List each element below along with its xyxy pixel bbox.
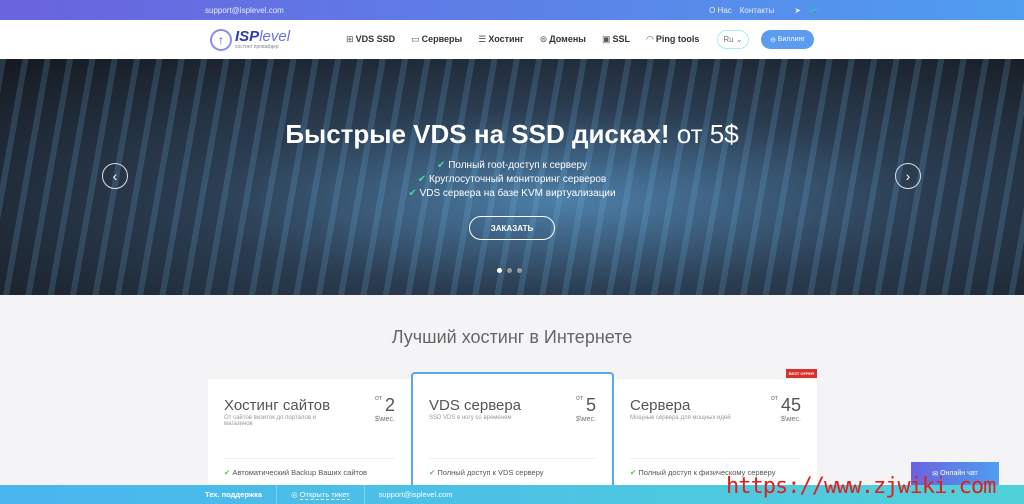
feature-item: ✔ VDS сервера на базе KVM виртуализации (408, 188, 616, 199)
gauge-icon: ◠ (645, 34, 654, 44)
login-icon: ⊖ (770, 36, 776, 44)
check-icon: ✔ (429, 468, 436, 477)
check-icon: ✔ (630, 468, 637, 477)
logo[interactable]: ↑ ISPlevel хостинг провайдер (210, 28, 290, 51)
order-button[interactable]: ЗАКАЗАТЬ (469, 216, 555, 240)
twitter-icon[interactable]: 🐦 (809, 6, 819, 15)
about-link[interactable]: О Нас (709, 6, 732, 15)
billing-button[interactable]: ⊖ Биллинг (761, 30, 814, 49)
menu-vds-ssd[interactable]: ⊞ VDS SSD (346, 34, 395, 45)
menu-servers[interactable]: ▭ Серверы (411, 34, 462, 45)
prev-slide-button[interactable]: ‹ (102, 163, 128, 189)
best-offer-badge: BEST OFFER (785, 369, 817, 378)
plan-card-vds[interactable]: VDS сервера SSD VDS в ногу со временем от… (411, 372, 614, 497)
hero-features: ✔ Полный root-доступ к серверу ✔ Круглос… (0, 159, 1024, 201)
chevron-down-icon: ⌄ (735, 35, 743, 44)
hero-slider: Быстрые VDS на SSD дисках! от 5$ ✔ Полны… (0, 59, 1024, 295)
plan-card-servers[interactable]: BEST OFFER Сервера Мощные сервера для мощ… (614, 369, 817, 489)
menu-ping-tools[interactable]: ◠ Ping tools (646, 34, 699, 45)
slide-dot[interactable] (517, 268, 522, 273)
support-label: Тех. поддержка (205, 485, 278, 504)
feature-item: ✔ Полный root-доступ к серверу (437, 160, 587, 171)
hero-title: Быстрые VDS на SSD дисках! от 5$ (285, 119, 739, 149)
globe-icon: ⊜ (539, 34, 548, 44)
check-icon: ✔ (437, 160, 446, 171)
support-email-link[interactable]: support@isplevel.com (205, 6, 284, 15)
plan-card-hosting[interactable]: Хостинг сайтов От сайтов визиток до порта… (208, 379, 411, 489)
next-slide-button[interactable]: › (895, 163, 921, 189)
check-icon: ✔ (224, 468, 231, 477)
open-ticket-link[interactable]: ◎ Открыть тикет (277, 485, 365, 504)
main-nav: ↑ ISPlevel хостинг провайдер ⊞ VDS SSD ▭ С… (0, 20, 1024, 59)
slide-dot[interactable] (507, 268, 512, 273)
footer-email-link[interactable]: support@isplevel.com (365, 485, 467, 504)
top-bar: support@isplevel.com О Нас Контакты ➤ 🐦 (0, 0, 1024, 20)
feature-item: ✔ Круглосуточный мониторинг серверов (417, 174, 607, 185)
server-icon: ☰ (478, 34, 487, 44)
watermark: https://www.zjwiki.com (726, 474, 996, 499)
monitor-icon: ▭ (411, 34, 420, 44)
network-icon: ⊞ (346, 34, 354, 44)
check-icon: ✔ (417, 174, 427, 185)
menu-hosting[interactable]: ☰ Хостинг (478, 34, 523, 45)
check-icon: ✔ (408, 188, 417, 199)
telegram-icon[interactable]: ➤ (794, 6, 801, 15)
section-title: Лучший хостинг в Интернете (391, 327, 633, 347)
ticket-icon: ◎ (291, 490, 298, 499)
logo-icon: ↑ (210, 28, 232, 51)
certificate-icon: ▣ (601, 34, 611, 44)
menu-ssl[interactable]: ▣ SSL (602, 34, 630, 45)
slide-dot[interactable] (497, 268, 502, 273)
language-select[interactable]: Ru ⌄ (717, 30, 749, 49)
menu-domains[interactable]: ⊜ Домены (540, 34, 586, 45)
slider-dots (497, 268, 522, 273)
contacts-link[interactable]: Контакты (740, 6, 775, 15)
